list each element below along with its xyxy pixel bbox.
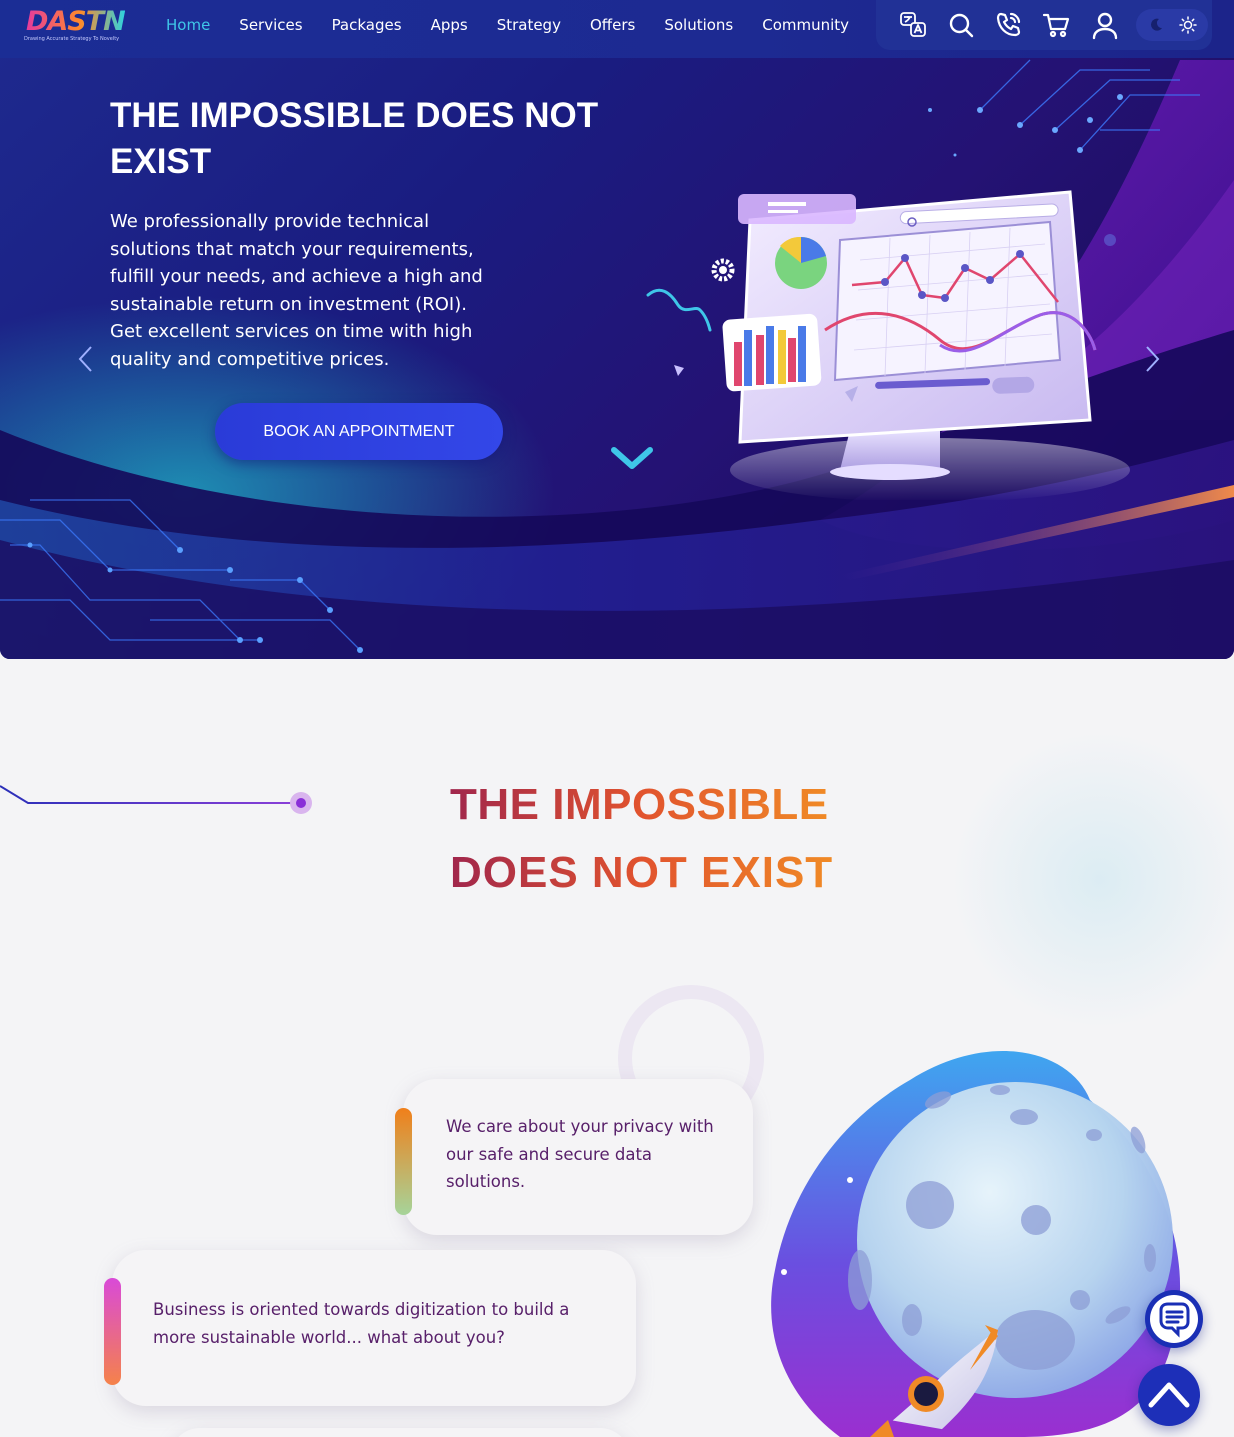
decorative-line	[0, 785, 312, 814]
card-accent-bar	[395, 1108, 412, 1215]
sun-icon	[1179, 16, 1197, 34]
scroll-to-top-button[interactable]	[1138, 1364, 1200, 1426]
phone-icon[interactable]	[994, 10, 1024, 40]
info-card-digitization: Business is oriented towards digitizatio…	[104, 1250, 636, 1406]
nav-item-solutions[interactable]: Solutions	[664, 16, 733, 34]
card-accent-bar	[104, 1278, 121, 1385]
book-appointment-button[interactable]: BOOK AN APPOINTMENT	[215, 403, 503, 460]
nav-item-strategy[interactable]: Strategy	[497, 16, 561, 34]
nav-item-offers[interactable]: Offers	[590, 16, 635, 34]
top-navigation: DASTN Drawing Accurate Strategy To Novel…	[0, 0, 1234, 58]
slider-next-icon[interactable]	[1142, 344, 1162, 374]
cart-icon[interactable]	[1042, 10, 1072, 40]
slider-prev-icon[interactable]	[76, 344, 96, 374]
dashboard-monitor-illustration	[646, 190, 1130, 500]
nav-item-services[interactable]: Services	[239, 16, 302, 34]
logo-wordmark: DASTN	[26, 6, 126, 37]
logo-tagline: Drawing Accurate Strategy To Novelty	[24, 36, 120, 42]
chat-icon	[1150, 1295, 1198, 1343]
info-card-partial	[170, 1428, 630, 1437]
section-title-bold: THE IMPOSSIBLE	[450, 780, 829, 829]
hero-title: THE IMPOSSIBLE DOES NOT EXIST	[110, 96, 599, 181]
card-text: We care about your privacy with our safe…	[446, 1117, 714, 1191]
nav-item-packages[interactable]: Packages	[332, 16, 402, 34]
background-glow	[950, 730, 1234, 1030]
hero-description: We professionally provide technical solu…	[110, 211, 483, 370]
main-menu: Home Services Packages Apps Strategy Off…	[166, 0, 878, 50]
chat-button[interactable]	[1145, 1290, 1203, 1348]
moon-icon	[1151, 18, 1162, 31]
nav-item-home[interactable]: Home	[166, 16, 210, 34]
hero-section: DASTN Drawing Accurate Strategy To Novel…	[0, 0, 1234, 659]
nav-item-community[interactable]: Community	[762, 16, 849, 34]
theme-toggle[interactable]	[1136, 9, 1208, 41]
card-text: Business is oriented towards digitizatio…	[153, 1300, 570, 1347]
nav-tools	[876, 0, 1212, 50]
info-card-privacy: We care about your privacy with our safe…	[395, 1079, 753, 1235]
search-icon[interactable]	[946, 10, 976, 40]
nav-item-apps[interactable]: Apps	[431, 16, 468, 34]
chevron-up-icon	[1148, 1382, 1190, 1408]
translate-icon[interactable]	[898, 10, 928, 40]
section-title-light: DOES NOT EXIST	[450, 848, 834, 897]
user-icon[interactable]	[1090, 10, 1120, 40]
logo[interactable]: DASTN Drawing Accurate Strategy To Novel…	[22, 6, 134, 46]
